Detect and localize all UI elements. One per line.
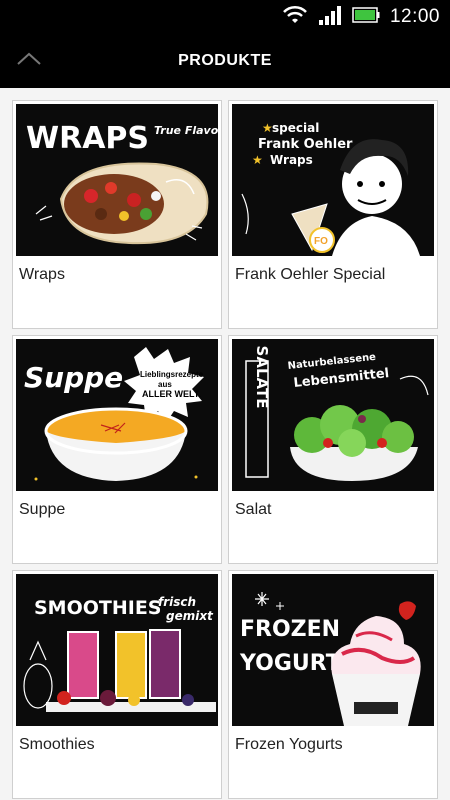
image-text: FO xyxy=(314,236,328,247)
product-card-wraps[interactable]: WRAPS True Flavor Wraps xyxy=(12,100,222,329)
product-image-frozen-yogurts: FROZEN YOGURT xyxy=(232,574,434,726)
clock: 12:00 xyxy=(389,6,440,27)
product-image-smoothies: SMOOTHIES frisch gemixt xyxy=(16,574,218,726)
product-label: Smoothies xyxy=(19,736,95,753)
product-label: Wraps xyxy=(19,266,65,283)
product-card-frozen-yogurts[interactable]: FROZEN YOGURT Frozen Yogurts xyxy=(228,570,438,799)
image-text: WRAPS xyxy=(26,121,149,156)
image-text: YOGURT xyxy=(239,651,341,676)
product-image-salat: SALATE Naturbelassene Lebensmittel xyxy=(232,339,434,491)
product-label: Salat xyxy=(235,501,272,518)
product-image-suppe: Suppe Lieblingsrezepte aus ALLER WELT. xyxy=(16,339,218,491)
status-bar: 12:00 xyxy=(0,0,450,34)
product-card-salat[interactable]: SALATE Naturbelassene Lebensmittel Salat xyxy=(228,335,438,564)
image-text: aus xyxy=(158,380,172,389)
product-list[interactable]: WRAPS True Flavor Wraps special Frank Oe… xyxy=(0,88,450,800)
status-icons: 12:00 xyxy=(282,0,440,34)
image-text: SMOOTHIES xyxy=(34,597,162,619)
product-label: Frank Oehler Special xyxy=(235,266,386,283)
image-text: FROZEN xyxy=(240,617,340,642)
wifi-icon xyxy=(282,5,308,30)
product-card-frank-oehler-special[interactable]: special Frank Oehler Wraps ★ ★ FO Frank … xyxy=(228,100,438,329)
image-text: Frank Oehler xyxy=(258,137,353,152)
product-grid: WRAPS True Flavor Wraps special Frank Oe… xyxy=(12,100,438,799)
product-image-wraps: WRAPS True Flavor xyxy=(16,104,218,256)
image-text: special xyxy=(272,121,319,135)
image-text: True Flavor xyxy=(154,124,218,137)
page-title: PRODUKTE xyxy=(178,52,272,69)
star-icon: ★ xyxy=(262,121,273,135)
image-text: Suppe xyxy=(24,361,123,394)
image-text: Wraps xyxy=(270,153,313,167)
image-text: gemixt xyxy=(166,609,214,623)
star-icon: ★ xyxy=(252,153,263,167)
action-bar: PRODUKTE xyxy=(0,34,450,88)
image-text: SALATE xyxy=(253,346,271,409)
product-label: Frozen Yogurts xyxy=(235,736,343,753)
product-card-smoothies[interactable]: SMOOTHIES frisch gemixt Smoothies xyxy=(12,570,222,799)
image-text: Lieblingsrezepte xyxy=(140,370,204,379)
product-image-frank-oehler-special: special Frank Oehler Wraps ★ ★ FO xyxy=(232,104,434,256)
image-text: frisch xyxy=(158,595,196,609)
signal-icon xyxy=(318,5,342,30)
battery-icon xyxy=(352,6,380,29)
product-card-suppe[interactable]: Suppe Lieblingsrezepte aus ALLER WELT. S… xyxy=(12,335,222,564)
image-text: ALLER WELT. xyxy=(142,389,201,399)
product-label: Suppe xyxy=(19,501,66,518)
